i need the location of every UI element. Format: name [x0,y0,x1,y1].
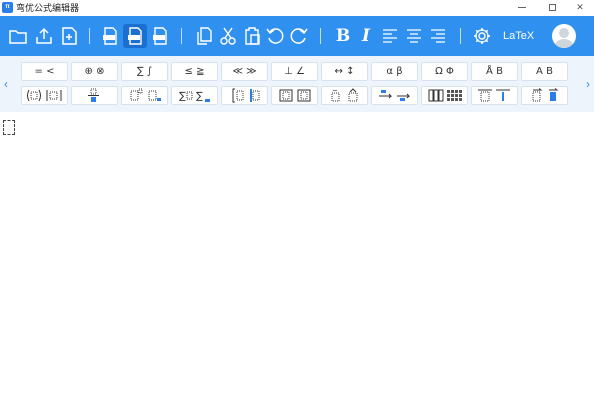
latex-button[interactable]: LaTeX [499,27,538,45]
svg-text:~: ~ [332,88,338,95]
align-right-icon [431,29,445,43]
close-button[interactable]: ✕ [566,0,594,14]
palette-next-button[interactable]: › [582,74,594,94]
accent-letters-button[interactable]: Å B [471,62,518,81]
new-file-icon [62,27,77,45]
italic-button[interactable]: I [354,24,378,48]
minimize-button[interactable] [508,0,536,14]
align-right-button[interactable] [426,24,450,48]
arrow-templates-button[interactable] [371,86,418,105]
vector-templates-icon [532,88,558,102]
bracket-templates-button[interactable] [21,86,68,105]
settings-button[interactable] [470,24,494,48]
font-style-button[interactable]: A B [521,62,568,81]
minimize-icon [518,6,526,8]
big-operator-symbols-button[interactable]: ∑ ∫ [121,62,168,81]
cut-icon [220,27,236,45]
symbol-palette: ‹ › = < ⊕ ⊗ ∑ ∫ ≤ ≧ ≪ ≫ ⊥ ∠ ↔ ↕ α β Ω Φ … [0,56,594,112]
integral-templates-button[interactable] [221,86,268,105]
export-tex-icon [153,27,167,45]
operator-symbols-button[interactable]: ⊕ ⊗ [71,62,118,81]
integral-templates-icon [232,88,259,103]
redo-icon [290,28,308,44]
undo-button[interactable] [263,24,287,48]
matrix-templates-icon [428,89,462,102]
sum-templates-button[interactable]: ∑ ∑ [171,86,218,105]
geometry-symbols-button[interactable]: ⊥ ∠ [271,62,318,81]
svg-text:∑: ∑ [196,91,203,102]
maximize-button[interactable] [538,0,566,14]
toolbar-separator [460,28,461,44]
empty-input-slot[interactable] [3,120,15,135]
title-bar: π 弯优公式编辑器 ✕ [0,0,594,16]
box-templates-icon [279,89,310,102]
avatar-body [555,39,573,48]
export-jpg-button[interactable] [123,24,147,48]
svg-text:∑: ∑ [179,91,186,102]
relation-symbols-button[interactable]: = < [21,62,68,81]
upload-icon [36,27,52,44]
maximize-icon [548,3,556,11]
accent-templates-button[interactable]: ~ [321,86,368,105]
arrow-symbols-button[interactable]: ↔ ↕ [321,62,368,81]
greek-upper-symbols-button[interactable]: Ω Φ [421,62,468,81]
export-png-button[interactable] [98,24,122,48]
upload-button[interactable] [32,24,56,48]
comparison-symbols-button[interactable]: ≪ ≫ [221,62,268,81]
formula-canvas[interactable] [0,112,594,415]
accent-templates-icon: ~ [331,87,357,102]
toolbar-separator [181,28,182,44]
inequality-symbols-button[interactable]: ≤ ≧ [171,62,218,81]
bold-button[interactable]: B [331,24,355,48]
formula-editor-window: π 弯优公式编辑器 ✕ B I LaTeX ‹ › = < ⊕ ⊗ ∑ ∫ ≤ … [0,0,594,415]
copy-icon [197,27,212,45]
avatar-head [559,28,569,38]
italic-label: I [362,26,370,46]
align-center-button[interactable] [402,24,426,48]
app-logo-icon: π [2,2,13,13]
export-jpg-icon [128,27,142,45]
arrow-templates-icon [378,90,410,101]
palette-prev-button[interactable]: ‹ [0,74,12,94]
bracket-templates-icon [26,89,61,102]
window-title: 弯优公式编辑器 [16,3,80,13]
export-png-icon [103,27,117,45]
box-templates-button[interactable] [271,86,318,105]
toolbar-separator [320,28,321,44]
open-folder-icon [9,30,27,44]
bar-templates-button[interactable] [471,86,518,105]
toolbar-separator [89,28,90,44]
open-file-button[interactable] [6,24,30,48]
copy-button[interactable] [192,24,216,48]
gear-icon [474,28,490,44]
bold-label: B [335,26,351,46]
fraction-templates-button[interactable] [71,86,118,105]
undo-icon [266,28,284,44]
align-left-icon [383,29,397,43]
sum-templates-icon: ∑ ∑ [179,91,210,102]
matrix-templates-button[interactable] [421,86,468,105]
paste-icon [245,27,260,45]
redo-button[interactable] [287,24,311,48]
greek-lower-symbols-button[interactable]: α β [371,62,418,81]
align-left-button[interactable] [378,24,402,48]
close-icon: ✕ [576,1,584,12]
user-avatar[interactable] [552,24,576,48]
script-templates-icon [130,88,161,101]
align-center-icon [407,29,421,43]
bar-templates-icon [477,89,510,102]
fraction-templates-icon [87,88,99,102]
cut-button[interactable] [216,24,240,48]
script-templates-button[interactable] [121,86,168,105]
new-file-button[interactable] [57,24,81,48]
export-tex-button[interactable] [148,24,172,48]
main-toolbar: B I LaTeX [0,16,594,56]
vector-templates-button[interactable] [521,86,568,105]
paste-button[interactable] [240,24,264,48]
